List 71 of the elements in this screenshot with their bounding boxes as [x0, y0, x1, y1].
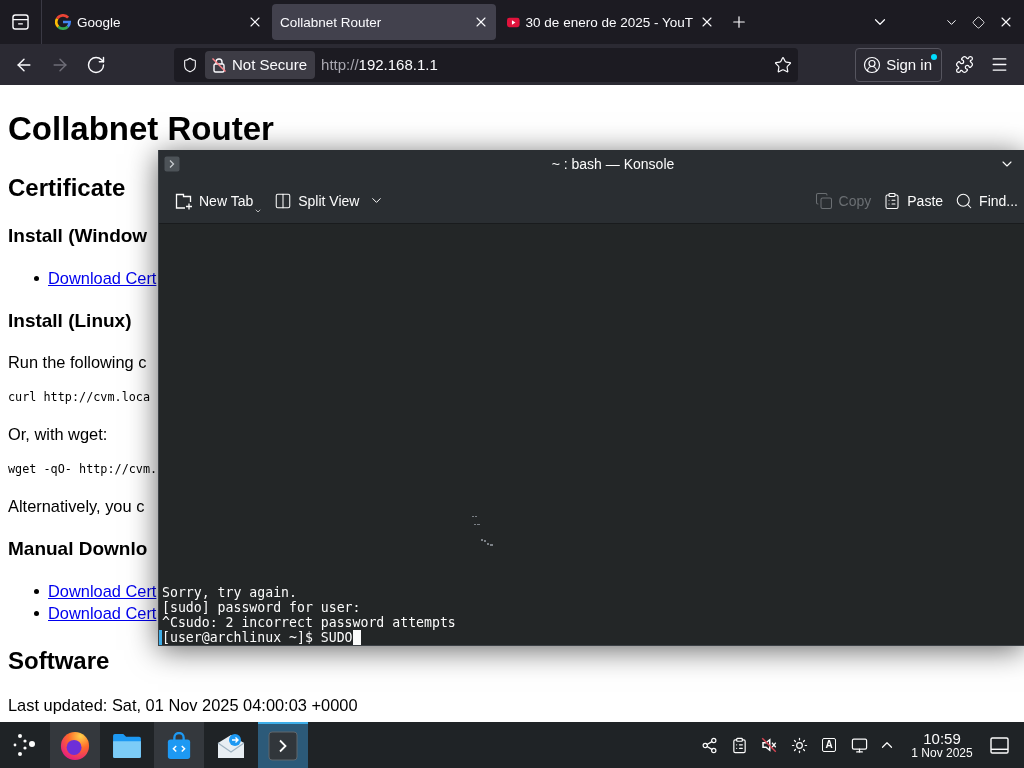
paragraph: Alternatively, you c — [8, 496, 145, 517]
paragraph: Run the following c — [8, 352, 147, 373]
browser-tab[interactable]: Collabnet Router — [272, 4, 496, 40]
columns-icon — [274, 191, 293, 210]
paragraph: Last updated: Sat, 01 Nov 2025 04:00:03 +0000 — [8, 695, 358, 716]
launcher-icon[interactable] — [12, 733, 36, 757]
toolbar-button[interactable]: New Tab — [169, 184, 269, 217]
address-bar[interactable]: Not Secure http://192.168.1.1 — [174, 47, 798, 82]
line-marker-icon — [159, 630, 162, 645]
download-link[interactable]: Download Cert — [48, 581, 157, 601]
account-icon — [863, 55, 882, 74]
brightness-icon[interactable] — [790, 736, 808, 754]
clipboard-icon — [883, 191, 902, 210]
plus-icon[interactable] — [730, 13, 748, 31]
google-g-icon — [55, 14, 71, 30]
bullet-icon — [34, 588, 39, 594]
subsection-heading: Install (Window — [8, 224, 148, 248]
copy-icon — [814, 191, 833, 210]
mail-icon — [216, 732, 246, 760]
code-line: curl http://cvm.loca — [8, 389, 151, 406]
keyboard-layout-indicator[interactable]: A — [822, 738, 836, 752]
folder-icon — [112, 733, 142, 759]
dots-icon — [470, 515, 496, 547]
paragraph: Or, with wget: — [8, 424, 108, 445]
search-icon — [955, 191, 974, 210]
text-cursor — [352, 630, 361, 645]
sign-in-button[interactable]: Sign in — [855, 47, 942, 82]
terminal-icon[interactable] — [164, 156, 180, 172]
lock-slash-icon — [211, 56, 227, 73]
browser-tab[interactable]: Google — [46, 4, 270, 40]
section-heading: Certificate — [8, 173, 126, 203]
toolbar-button[interactable]: Split View — [268, 184, 391, 217]
command-text: SUDO — [320, 630, 353, 645]
download-link[interactable]: Download Cert — [48, 603, 157, 623]
browser-tab[interactable]: 30 de enero de 2025 - YouT — [498, 4, 722, 40]
diamond-icon[interactable] — [972, 15, 985, 29]
toolbar-button[interactable]: Paste — [877, 184, 950, 217]
terminal-icon — [268, 731, 298, 761]
clock-date[interactable]: 1 Nov 2025 — [911, 746, 973, 760]
terminal-line: [sudo] password for user: — [162, 600, 361, 615]
download-link[interactable]: Download Cert — [48, 268, 157, 288]
browser-icon — [60, 731, 90, 761]
toolbar-button[interactable]: Find... — [949, 184, 1024, 217]
clipboard-icon[interactable] — [730, 736, 748, 754]
section-heading: Software — [8, 646, 110, 676]
terminal-line: Sorry, try again. — [162, 585, 297, 600]
url-text: http://192.168.1.1 — [321, 56, 439, 73]
window-title: ~ : bash — Konsole — [550, 156, 676, 172]
code-line: wget -qO- http://cvm. — [8, 461, 158, 478]
archive-box-icon[interactable] — [12, 14, 29, 30]
terminal-prompt: [user@archlinux ~]$ — [162, 630, 314, 645]
clock-time[interactable]: 10:59 — [923, 730, 961, 747]
subsection-heading: Manual Downlo — [8, 537, 148, 561]
monitor-icon[interactable] — [850, 736, 868, 754]
shopping-bag-icon — [166, 732, 192, 760]
taskbar-app[interactable] — [50, 722, 100, 768]
muted-speaker-icon[interactable] — [760, 736, 778, 754]
reload-icon[interactable] — [86, 54, 106, 75]
new-tab-icon — [175, 191, 193, 210]
terminal-line: ^Csudo: 2 incorrect password attempts — [162, 615, 456, 630]
bullet-icon — [34, 275, 39, 281]
subsection-heading: Install (Linux) — [8, 309, 132, 333]
show-desktop-icon[interactable] — [989, 736, 1009, 754]
security-indicator-button[interactable]: Not Secure — [205, 50, 316, 79]
play-icon — [507, 16, 520, 28]
bullet-icon — [34, 610, 39, 616]
page-title: Collabnet Router — [8, 109, 274, 149]
shield-icon[interactable] — [182, 56, 198, 73]
star-icon[interactable] — [774, 55, 792, 74]
puzzle-icon[interactable] — [954, 55, 974, 74]
share-icon[interactable] — [700, 736, 718, 754]
